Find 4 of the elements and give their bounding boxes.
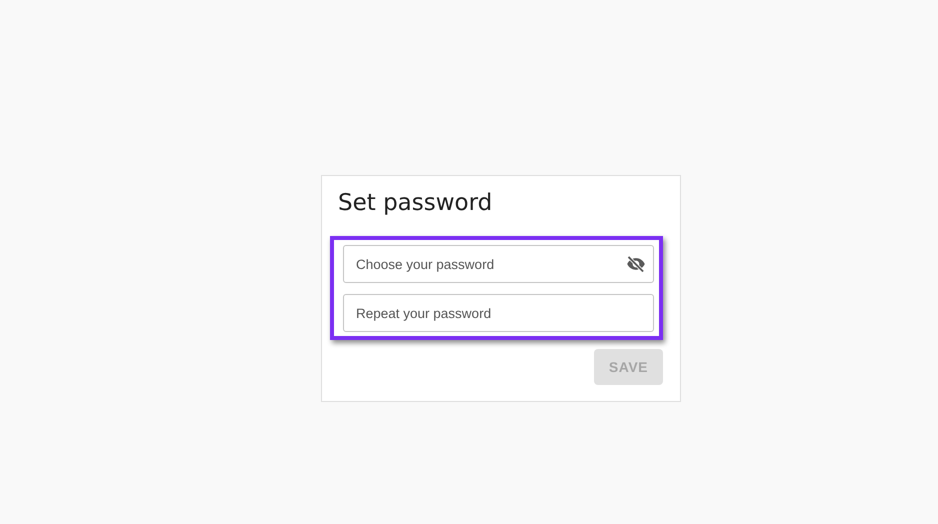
eye-slash-icon[interactable] <box>626 254 646 274</box>
password-field[interactable]: Repeat your password <box>343 294 654 332</box>
password-field[interactable]: Choose your password <box>343 245 654 283</box>
dialog-title: Set password <box>338 190 494 216</box>
